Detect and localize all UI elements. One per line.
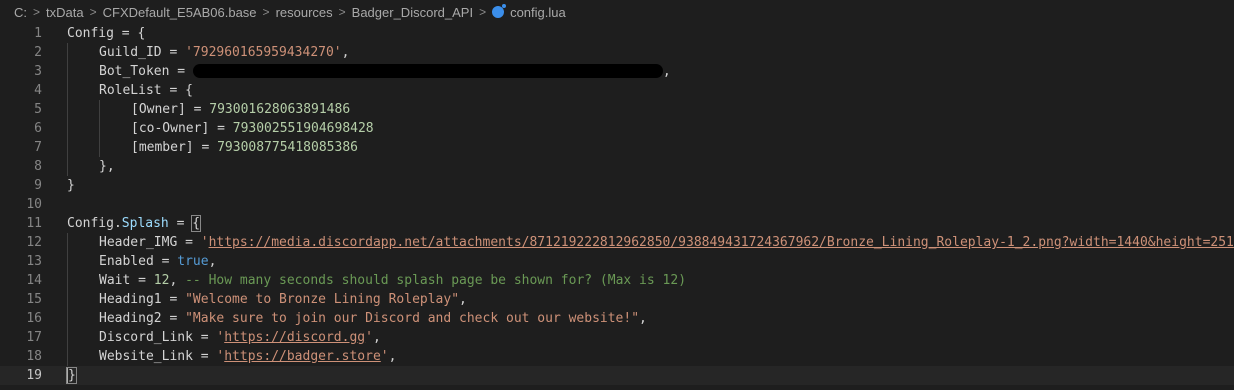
line-number: 4	[34, 83, 42, 98]
code-text: Config.Splash = {	[67, 215, 202, 232]
website-link[interactable]: https://badger.store	[224, 349, 381, 364]
line-number: 11	[26, 216, 42, 231]
line-number: 2	[34, 45, 42, 60]
breadcrumb-txdata[interactable]: txData	[46, 5, 84, 20]
code-line[interactable]: 10	[0, 195, 1234, 214]
code-text: Heading1 = "Welcome to Bronze Lining Rol…	[67, 290, 467, 309]
code-line[interactable]: 16 Heading2 = "Make sure to join our Disc…	[0, 309, 1234, 328]
code-line[interactable]: 17 Discord_Link = 'https://discord.gg',	[0, 328, 1234, 347]
lua-file-icon	[492, 3, 507, 18]
file-name: config.lua	[510, 4, 566, 20]
line-number: 10	[26, 197, 42, 212]
code-line[interactable]: 15 Heading1 = "Welcome to Bronze Lining R…	[0, 290, 1234, 309]
header-img-link[interactable]: https://media.discordapp.net/attachments…	[209, 235, 1234, 250]
line-number: 12	[26, 235, 42, 250]
code-text: Enabled = true,	[67, 252, 216, 271]
text-cursor: }	[66, 367, 77, 384]
line-number: 9	[34, 178, 42, 193]
code-text: Bot_Token = ,	[67, 62, 671, 81]
code-line[interactable]: 13 Enabled = true,	[0, 252, 1234, 271]
code-text: Discord_Link = 'https://discord.gg',	[67, 328, 381, 347]
code-text: [Owner] = 793001628063891486	[67, 100, 350, 119]
line-number: 13	[26, 254, 42, 269]
line-number: 1	[34, 26, 42, 41]
line-number: 18	[26, 349, 42, 364]
code-text: Guild_ID = '792960165959434270',	[67, 43, 349, 62]
breadcrumb: C: > txData > CFXDefault_E5AB06.base > reso…	[0, 0, 1234, 24]
line-number: 6	[34, 121, 42, 136]
code-line[interactable]: 4 RoleList = {	[0, 81, 1234, 100]
code-line[interactable]: 6 [co-Owner] = 793002551904698428	[0, 119, 1234, 138]
line-number: 8	[34, 159, 42, 174]
line-number: 17	[26, 330, 42, 345]
code-text: Website_Link = 'https://badger.store',	[67, 347, 396, 366]
chevron-right-icon: >	[479, 5, 487, 19]
code-text: [co-Owner] = 793002551904698428	[67, 119, 374, 138]
chevron-right-icon: >	[33, 5, 41, 19]
code-line[interactable]: 3 Bot_Token = ,	[0, 62, 1234, 81]
breadcrumb-badger-discord-api[interactable]: Badger_Discord_API	[352, 5, 473, 20]
code-line[interactable]: 5 [Owner] = 793001628063891486	[0, 100, 1234, 119]
code-text: Config = {	[67, 26, 146, 41]
code-text: Header_IMG = 'https://media.discordapp.n…	[67, 233, 1234, 252]
breadcrumb-drive[interactable]: C:	[14, 5, 27, 20]
code-text: Wait = 12, -- How many seconds should sp…	[67, 271, 686, 290]
code-text: }	[67, 178, 75, 193]
line-number: 15	[26, 292, 42, 307]
code-text: RoleList = {	[67, 81, 193, 100]
breadcrumb-file[interactable]: config.lua	[492, 3, 566, 20]
code-line[interactable]: 12 Header_IMG = 'https://media.discordapp…	[0, 233, 1234, 252]
breadcrumb-resources[interactable]: resources	[276, 5, 333, 20]
code-line[interactable]: 1 Config = {	[0, 24, 1234, 43]
line-number: 3	[34, 64, 42, 79]
line-number: 19	[26, 368, 42, 383]
code-text: [member] = 793008775418085386	[67, 138, 358, 157]
breadcrumb-cfxdefault[interactable]: CFXDefault_E5AB06.base	[103, 5, 257, 20]
code-line[interactable]: 14 Wait = 12, -- How many seconds should …	[0, 271, 1234, 290]
line-number: 14	[26, 273, 42, 288]
code-text: Heading2 = "Make sure to join our Discor…	[67, 309, 647, 328]
code-line-current[interactable]: 19}	[0, 366, 1234, 385]
redaction-mark	[192, 63, 663, 78]
code-editor[interactable]: 1 Config = { 2 Guild_ID = '792960165959434…	[0, 24, 1234, 385]
line-number: 16	[26, 311, 42, 326]
chevron-right-icon: >	[89, 5, 97, 19]
chevron-right-icon: >	[338, 5, 346, 19]
line-number: 7	[34, 140, 42, 155]
discord-link[interactable]: https://discord.gg	[224, 330, 365, 345]
code-line[interactable]: 2 Guild_ID = '792960165959434270',	[0, 43, 1234, 62]
code-text: }	[66, 366, 77, 385]
line-number: 5	[34, 102, 42, 117]
code-line[interactable]: 11 Config.Splash = {	[0, 214, 1234, 233]
code-line[interactable]: 9}	[0, 176, 1234, 195]
chevron-right-icon: >	[262, 5, 270, 19]
code-line[interactable]: 18 Website_Link = 'https://badger.store',	[0, 347, 1234, 366]
code-text: },	[67, 157, 115, 176]
code-line[interactable]: 7 [member] = 793008775418085386	[0, 138, 1234, 157]
code-line[interactable]: 8},	[0, 157, 1234, 176]
